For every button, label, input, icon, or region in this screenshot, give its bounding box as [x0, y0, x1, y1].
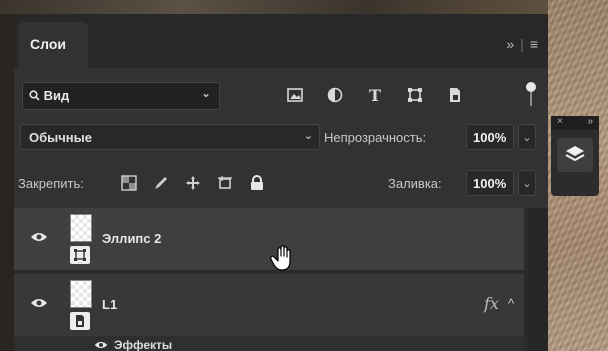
image-filter-icon[interactable] [286, 86, 304, 104]
dock-close-icon[interactable]: × [557, 116, 563, 130]
layer-effects-fx-icon[interactable]: fx [484, 294, 499, 313]
background-top-strip [0, 0, 608, 14]
dock-expand-icon[interactable]: » [587, 116, 593, 130]
layer-name[interactable]: L1 [102, 297, 117, 312]
type-filter-icon[interactable]: T [366, 86, 384, 105]
layers-panel: Слои » | ≡ Вид ⌄ T Обычные ⌄ Непрозрачно… [14, 14, 548, 351]
shape-layer-badge-icon [70, 246, 90, 264]
search-icon [29, 90, 40, 101]
opacity-chevron-down-icon[interactable]: ⌄ [518, 124, 536, 150]
blend-mode-value: Обычные [29, 130, 92, 145]
filter-toggle-track [530, 92, 532, 106]
collapsed-panel-dock: × » [551, 116, 599, 196]
lock-position-icon[interactable] [184, 174, 202, 192]
effects-row[interactable]: Эффекты [14, 336, 524, 351]
filter-icons: T [286, 86, 464, 105]
blend-row: Обычные ⌄ Непрозрачность: 100% ⌄ [14, 122, 548, 152]
layers-scrollbar[interactable] [528, 208, 548, 351]
filter-toggle-switch[interactable] [526, 82, 536, 92]
visibility-eye-icon[interactable] [30, 297, 48, 309]
shape-filter-icon[interactable] [406, 86, 424, 104]
effects-label: Эффекты [114, 338, 173, 351]
background-left-strip [0, 14, 14, 351]
collapse-panel-icon[interactable]: » [506, 36, 514, 52]
layer-thumbnail-group [66, 274, 98, 336]
lock-image-pixels-icon[interactable] [152, 174, 170, 192]
filter-kind-dropdown[interactable]: Вид ⌄ [22, 82, 220, 110]
chevron-up-icon[interactable]: ^ [508, 296, 514, 311]
layer-row[interactable]: Эллипс 2 [14, 208, 524, 270]
smart-object-badge-icon [70, 312, 90, 330]
blend-mode-dropdown[interactable]: Обычные ⌄ [20, 124, 320, 150]
layers-panel-button[interactable] [557, 138, 593, 172]
fill-input[interactable]: 100% [466, 170, 514, 196]
layers-icon [565, 146, 585, 161]
adjustment-filter-icon[interactable] [326, 86, 344, 104]
chevron-down-icon: ⌄ [200, 86, 211, 100]
layer-name[interactable]: Эллипс 2 [102, 231, 161, 246]
fill-chevron-down-icon[interactable]: ⌄ [518, 170, 536, 196]
panel-header: Слои » | ≡ [14, 14, 548, 68]
chevron-down-icon: ⌄ [303, 130, 313, 142]
filter-kind-label: Вид [43, 88, 70, 103]
lock-row: Закрепить: Заливка: 100% ⌄ [14, 168, 548, 198]
layer-thumbnail [70, 280, 92, 308]
fill-label: Заливка: [388, 176, 442, 191]
prevent-autonest-icon[interactable] [216, 174, 234, 192]
tab-layers[interactable]: Слои [18, 22, 88, 68]
visibility-eye-icon[interactable] [30, 231, 48, 243]
opacity-input[interactable]: 100% [466, 124, 514, 150]
effects-visibility-eye-icon[interactable] [94, 340, 108, 350]
lock-label: Закрепить: [18, 176, 84, 191]
layer-thumbnail [70, 214, 92, 242]
filter-row: Вид ⌄ T [14, 78, 548, 114]
hand-cursor-icon [270, 245, 291, 271]
panel-header-controls: » | ≡ [506, 36, 538, 52]
lock-transparent-pixels-icon[interactable] [120, 174, 138, 192]
smart-object-filter-icon[interactable] [446, 86, 464, 104]
lock-all-icon[interactable] [248, 174, 266, 192]
opacity-label: Непрозрачность: [324, 130, 427, 145]
layer-thumbnail-group [66, 208, 98, 270]
dock-header: × » [551, 116, 599, 130]
layers-list: Эллипс 2 L1 fx ^ Эффекты [14, 208, 548, 351]
layer-row[interactable]: L1 fx ^ [14, 274, 524, 336]
lock-icons [120, 174, 266, 192]
panel-menu-icon[interactable]: ≡ [530, 36, 538, 52]
header-separator: | [520, 36, 524, 52]
